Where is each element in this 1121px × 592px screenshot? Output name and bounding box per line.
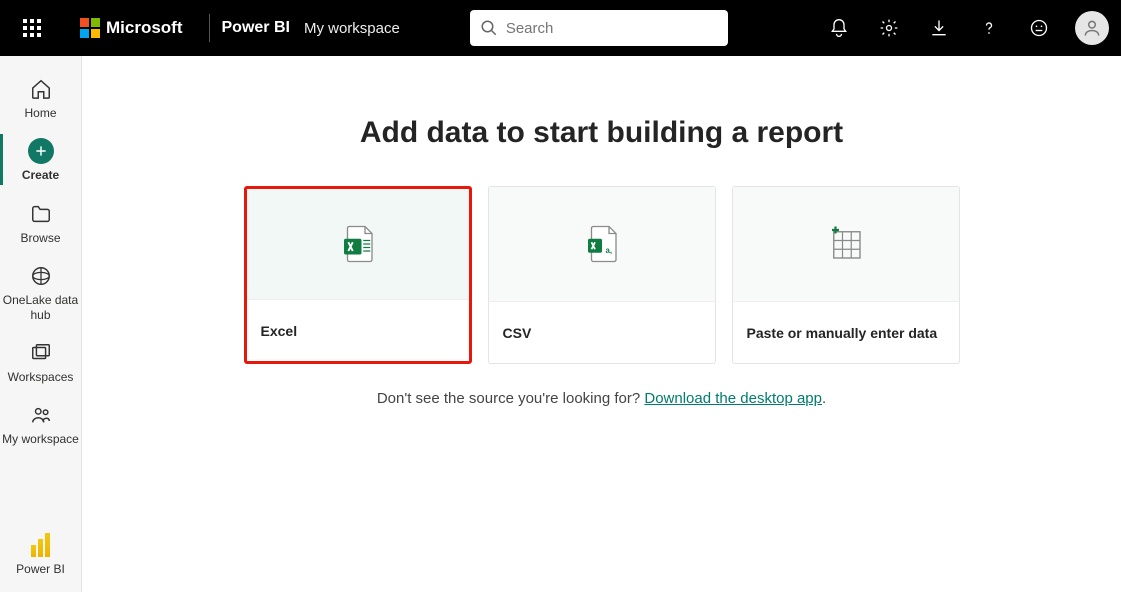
divider bbox=[209, 14, 210, 42]
workspaces-icon bbox=[28, 340, 54, 366]
svg-text:a,: a, bbox=[605, 246, 612, 255]
nav-workspaces-label: Workspaces bbox=[8, 370, 74, 384]
home-icon bbox=[28, 76, 54, 102]
top-bar: Microsoft Power BI My workspace bbox=[0, 0, 1121, 56]
feedback-icon[interactable] bbox=[1019, 8, 1059, 48]
notifications-icon[interactable] bbox=[819, 8, 859, 48]
hint-prefix: Don't see the source you're looking for? bbox=[377, 390, 645, 407]
search-container bbox=[470, 10, 728, 46]
left-nav: Home Create Browse OneLake data hub Work… bbox=[0, 56, 82, 592]
nav-home[interactable]: Home bbox=[0, 66, 81, 128]
nav-workspaces[interactable]: Workspaces bbox=[0, 330, 81, 392]
people-icon bbox=[28, 402, 54, 428]
top-actions bbox=[819, 8, 1109, 48]
nav-powerbi-label: Power BI bbox=[16, 562, 65, 576]
card-csv-label: CSV bbox=[503, 325, 532, 341]
settings-icon[interactable] bbox=[869, 8, 909, 48]
card-excel-label: Excel bbox=[261, 323, 298, 339]
nav-create[interactable]: Create bbox=[0, 128, 81, 190]
account-avatar[interactable] bbox=[1075, 11, 1109, 45]
main-content: Add data to start building a report Exce… bbox=[82, 56, 1121, 592]
brand-text: Microsoft bbox=[106, 18, 183, 38]
folder-icon bbox=[28, 201, 54, 227]
search-icon bbox=[480, 19, 498, 37]
csv-file-icon: a, bbox=[581, 223, 623, 265]
page-title: Add data to start building a report bbox=[360, 116, 843, 150]
nav-browse-label: Browse bbox=[20, 231, 60, 245]
microsoft-logo: Microsoft bbox=[80, 18, 183, 38]
nav-create-label: Create bbox=[22, 168, 59, 182]
download-desktop-link[interactable]: Download the desktop app bbox=[644, 390, 822, 407]
app-launcher-icon[interactable] bbox=[12, 8, 52, 48]
nav-my-workspace[interactable]: My workspace bbox=[0, 392, 81, 454]
hint-suffix: . bbox=[822, 390, 826, 407]
onelake-icon bbox=[28, 263, 54, 289]
card-csv[interactable]: a, CSV bbox=[488, 186, 716, 364]
product-name: Power BI bbox=[222, 19, 290, 37]
data-source-cards: Excel a, CSV bbox=[244, 186, 960, 364]
search-box[interactable] bbox=[470, 10, 728, 46]
nav-onelake-label: OneLake data hub bbox=[0, 293, 81, 322]
help-icon[interactable] bbox=[969, 8, 1009, 48]
nav-home-label: Home bbox=[24, 106, 56, 120]
nav-onelake[interactable]: OneLake data hub bbox=[0, 253, 81, 330]
nav-powerbi[interactable]: Power BI bbox=[0, 523, 81, 592]
powerbi-icon bbox=[31, 533, 50, 557]
nav-browse[interactable]: Browse bbox=[0, 191, 81, 253]
card-paste-data[interactable]: Paste or manually enter data bbox=[732, 186, 960, 364]
card-excel[interactable]: Excel bbox=[244, 186, 472, 364]
workspace-breadcrumb[interactable]: My workspace bbox=[304, 20, 400, 37]
card-paste-label: Paste or manually enter data bbox=[747, 325, 938, 341]
excel-file-icon bbox=[337, 223, 379, 265]
create-icon bbox=[28, 138, 54, 164]
search-input[interactable] bbox=[506, 20, 718, 37]
table-plus-icon bbox=[825, 223, 867, 265]
download-icon[interactable] bbox=[919, 8, 959, 48]
microsoft-logo-icon bbox=[80, 18, 100, 38]
nav-my-workspace-label: My workspace bbox=[2, 432, 79, 446]
hint-text: Don't see the source you're looking for?… bbox=[377, 390, 826, 407]
